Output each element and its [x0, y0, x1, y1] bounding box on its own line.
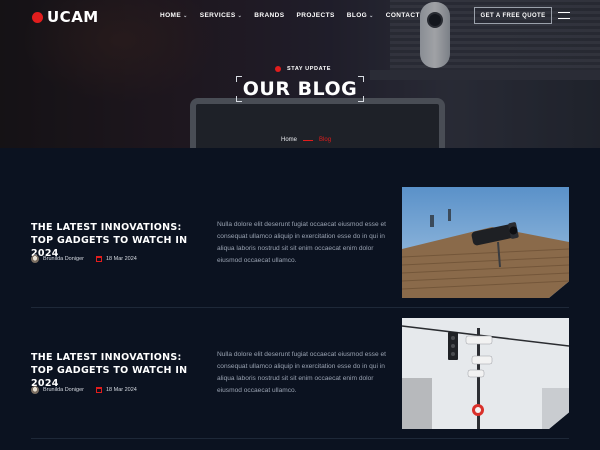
- post-title[interactable]: THE LATEST INNOVATIONS: TOP GADGETS TO W…: [31, 351, 206, 390]
- post-date: 18 Mar 2024: [105, 256, 137, 262]
- site-logo[interactable]: UCAM: [32, 8, 99, 26]
- nav-item-label: SERVICES: [199, 12, 236, 19]
- nav-item-label: BLOG: [346, 12, 368, 19]
- nav-item-contact[interactable]: CONTACT: [386, 12, 420, 19]
- calendar-icon: [95, 256, 102, 262]
- get-free-quote-button[interactable]: GET A FREE QUOTE: [474, 7, 552, 24]
- chevron-down-icon: ⌄: [183, 12, 188, 19]
- nav-item-label: BRANDS: [254, 12, 285, 19]
- nav-item-brands[interactable]: BRANDS: [254, 12, 284, 19]
- breadcrumb-separator: [303, 139, 314, 141]
- logo-text: UCAM: [47, 8, 99, 26]
- nav-item-label: HOME: [160, 12, 182, 19]
- chevron-down-icon: ⌄: [237, 12, 243, 19]
- chevron-down-icon: ⌄: [369, 12, 374, 19]
- post-thumbnail[interactable]: [402, 187, 569, 298]
- security-camera-on-roof-image: [402, 187, 569, 298]
- nav-item-services[interactable]: SERVICES ⌄: [200, 12, 243, 19]
- post-excerpt: Nulla dolore elit deserunt fugiat occaec…: [217, 221, 386, 264]
- nav-item-label: CONTACT: [385, 12, 420, 19]
- logo-dot-icon: [32, 11, 43, 23]
- post-author[interactable]: Brunilda Doniger: [43, 387, 84, 393]
- post-divider: [31, 307, 569, 308]
- page-title: OUR BLOG: [242, 78, 358, 100]
- eyebrow-dot-icon: [275, 66, 281, 72]
- main-nav: HOME ⌄ SERVICES ⌄ BRANDS PROJECTS BLOG ⌄…: [160, 12, 432, 19]
- nav-item-blog[interactable]: BLOG ⌄: [347, 12, 374, 19]
- breadcrumb: Home Blog: [281, 137, 331, 143]
- author-avatar: [31, 255, 39, 263]
- nav-item-projects[interactable]: PROJECTS: [296, 12, 334, 19]
- nav-item-label: PROJECTS: [296, 12, 335, 19]
- breadcrumb-current: Blog: [319, 137, 332, 143]
- page-title-frame: OUR BLOG: [236, 76, 364, 102]
- calendar-icon: [95, 387, 102, 393]
- post-author[interactable]: Brunilda Doniger: [43, 256, 84, 262]
- post-excerpt: Nulla dolore elit deserunt fugiat occaec…: [217, 351, 386, 394]
- traffic-cameras-on-pole-image: [402, 318, 569, 429]
- author-avatar: [31, 386, 39, 394]
- nav-item-home[interactable]: HOME ⌄: [160, 12, 188, 19]
- post-divider: [31, 438, 569, 439]
- post-meta: Brunilda Doniger 18 Mar 2024: [31, 255, 137, 263]
- hamburger-icon[interactable]: [558, 12, 570, 19]
- post-date: 18 Mar 2024: [105, 387, 137, 393]
- post-meta: Brunilda Doniger 18 Mar 2024: [31, 386, 137, 394]
- hero-eyebrow: STAY UPDATE: [275, 66, 331, 72]
- eyebrow-text: STAY UPDATE: [287, 66, 331, 72]
- post-thumbnail[interactable]: [402, 318, 569, 429]
- breadcrumb-home-link[interactable]: Home: [281, 137, 297, 143]
